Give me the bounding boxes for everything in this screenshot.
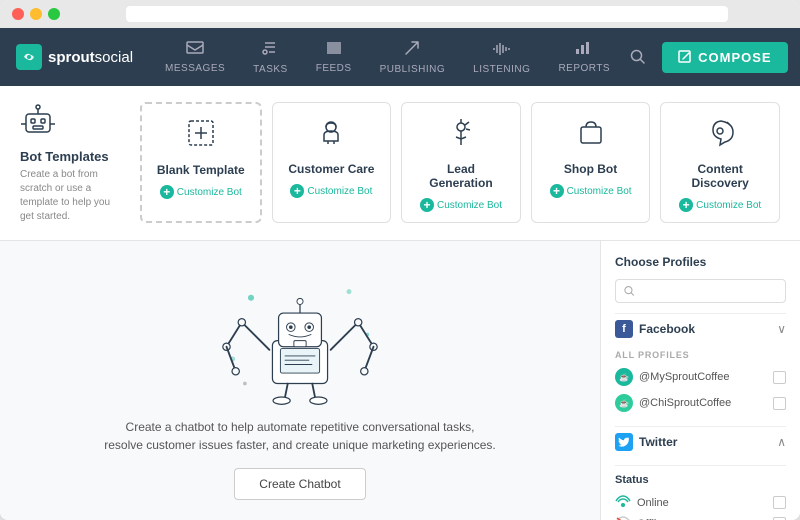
nav-items: MESSAGES TASKS FEEDS PUBLISHING <box>153 32 622 83</box>
online-checkbox[interactable] <box>773 496 786 509</box>
blank-customize-btn[interactable]: Customize Bot <box>160 185 242 199</box>
nav-bar: sproutsocial MESSAGES TASKS FEEDS <box>0 28 800 86</box>
status-online-item: Online <box>615 492 786 513</box>
lead-gen-title: Lead Generation <box>414 162 508 190</box>
facebook-group-header[interactable]: f Facebook ∨ <box>615 313 786 344</box>
listening-icon <box>493 40 511 61</box>
url-bar[interactable] <box>126 6 728 22</box>
status-section: Status Online <box>615 465 786 520</box>
online-icon <box>615 495 631 510</box>
template-customer-care[interactable]: Customer Care Customize Bot <box>272 102 392 223</box>
nav-messages-label: MESSAGES <box>165 63 225 74</box>
illustration-desc2: resolve customer issues faster, and crea… <box>104 436 496 454</box>
bot-templates-desc: Create a bot from scratch or use a templ… <box>20 168 120 224</box>
content-discovery-title: Content Discovery <box>673 162 767 190</box>
customer-care-title: Customer Care <box>288 162 374 176</box>
nav-listening[interactable]: LISTENING <box>461 32 542 83</box>
logo-text: sproutsocial <box>48 49 133 66</box>
mysproutcoffee-name: @MySproutCoffee <box>639 371 729 383</box>
template-content-discovery[interactable]: Content Discovery Customize Bot <box>660 102 780 223</box>
chisproutcoffee-checkbox[interactable] <box>773 397 786 410</box>
facebook-chevron-down-icon: ∨ <box>777 322 786 336</box>
content-discovery-icon <box>705 117 735 154</box>
twitter-group: Twitter ∧ Status <box>615 426 786 520</box>
facebook-icon: f <box>615 320 633 338</box>
twitter-icon <box>615 433 633 451</box>
nav-listening-label: LISTENING <box>473 64 530 75</box>
illustration-text: Create a chatbot to help automate repeti… <box>104 418 496 454</box>
nav-publishing-label: PUBLISHING <box>380 64 446 75</box>
nav-right: COMPOSE <box>622 41 787 73</box>
compose-button[interactable]: COMPOSE <box>662 42 787 73</box>
customer-care-customize-btn[interactable]: Customize Bot <box>290 184 372 198</box>
illustration-desc1: Create a chatbot to help automate repeti… <box>104 418 496 436</box>
robot-illustration <box>180 261 420 408</box>
bottom-area: Create a chatbot to help automate repeti… <box>0 241 800 520</box>
template-shop-bot[interactable]: Shop Bot Customize Bot <box>531 102 651 223</box>
profile-chisproutcoffee: ☕ @ChiSproutCoffee <box>615 390 786 416</box>
profile-mysproutcoffee: ☕ @MySproutCoffee <box>615 364 786 390</box>
twitter-group-header[interactable]: Twitter ∧ <box>615 426 786 457</box>
profiles-search-field[interactable] <box>641 285 777 297</box>
content-area: Bot Templates Create a bot from scratch … <box>0 86 800 520</box>
app-window: sproutsocial MESSAGES TASKS FEEDS <box>0 0 800 520</box>
status-offline-item: Offline <box>615 513 786 520</box>
feeds-icon <box>326 41 342 60</box>
lead-gen-icon <box>446 117 476 154</box>
tasks-icon <box>262 40 278 61</box>
minimize-dot[interactable] <box>30 8 42 20</box>
twitter-chevron-up-icon: ∧ <box>777 435 786 449</box>
offline-icon <box>615 516 631 520</box>
online-label: Online <box>637 497 669 509</box>
template-blank[interactable]: Blank Template Customize Bot <box>140 102 262 223</box>
nav-tasks[interactable]: TASKS <box>241 32 300 83</box>
blank-template-icon <box>186 118 216 155</box>
all-profiles-label: ALL PROFILES <box>615 350 786 360</box>
publishing-icon <box>404 40 420 61</box>
templates-section: Bot Templates Create a bot from scratch … <box>0 86 800 241</box>
shop-bot-title: Shop Bot <box>564 162 617 176</box>
illustration-area: Create a chatbot to help automate repeti… <box>0 241 600 520</box>
nav-feeds-label: FEEDS <box>316 63 352 74</box>
shop-bot-icon <box>576 117 606 154</box>
bot-icon <box>20 102 120 143</box>
create-chatbot-button[interactable]: Create Chatbot <box>234 468 365 500</box>
messages-icon <box>186 41 204 60</box>
lead-gen-customize-btn[interactable]: Customize Bot <box>420 198 502 212</box>
right-panel: Choose Profiles f Facebook ∨ <box>600 241 800 520</box>
nav-messages[interactable]: MESSAGES <box>153 33 237 82</box>
logo: sproutsocial <box>16 44 133 70</box>
customer-care-icon <box>316 117 346 154</box>
status-title: Status <box>615 474 786 486</box>
search-button[interactable] <box>622 41 654 73</box>
panel-title: Choose Profiles <box>615 255 786 269</box>
chisproutcoffee-avatar: ☕ <box>615 394 633 412</box>
search-icon <box>624 285 635 297</box>
template-cards: Blank Template Customize Bot Customer Ca… <box>140 102 780 223</box>
chisproutcoffee-name: @ChiSproutCoffee <box>639 397 731 409</box>
template-lead-gen[interactable]: Lead Generation Customize Bot <box>401 102 521 223</box>
nav-tasks-label: TASKS <box>253 64 288 75</box>
shop-bot-customize-btn[interactable]: Customize Bot <box>550 184 632 198</box>
facebook-group-name: Facebook <box>639 322 695 336</box>
twitter-group-name: Twitter <box>639 435 677 449</box>
nav-feeds[interactable]: FEEDS <box>304 33 364 82</box>
mysproutcoffee-checkbox[interactable] <box>773 371 786 384</box>
nav-publishing[interactable]: PUBLISHING <box>368 32 458 83</box>
logo-icon <box>16 44 42 70</box>
bot-templates-info: Bot Templates Create a bot from scratch … <box>20 102 120 224</box>
mysproutcoffee-avatar: ☕ <box>615 368 633 386</box>
nav-reports-label: REPORTS <box>558 63 610 74</box>
blank-template-title: Blank Template <box>157 163 245 177</box>
content-discovery-customize-btn[interactable]: Customize Bot <box>679 198 761 212</box>
bot-templates-title: Bot Templates <box>20 149 120 164</box>
nav-reports[interactable]: REPORTS <box>546 33 622 82</box>
maximize-dot[interactable] <box>48 8 60 20</box>
titlebar <box>0 0 800 28</box>
close-dot[interactable] <box>12 8 24 20</box>
search-profiles-input[interactable] <box>615 279 786 303</box>
main-content: Bot Templates Create a bot from scratch … <box>0 86 800 520</box>
facebook-group: f Facebook ∨ ALL PROFILES ☕ @MySproutCof… <box>615 313 786 416</box>
reports-icon <box>575 41 593 60</box>
